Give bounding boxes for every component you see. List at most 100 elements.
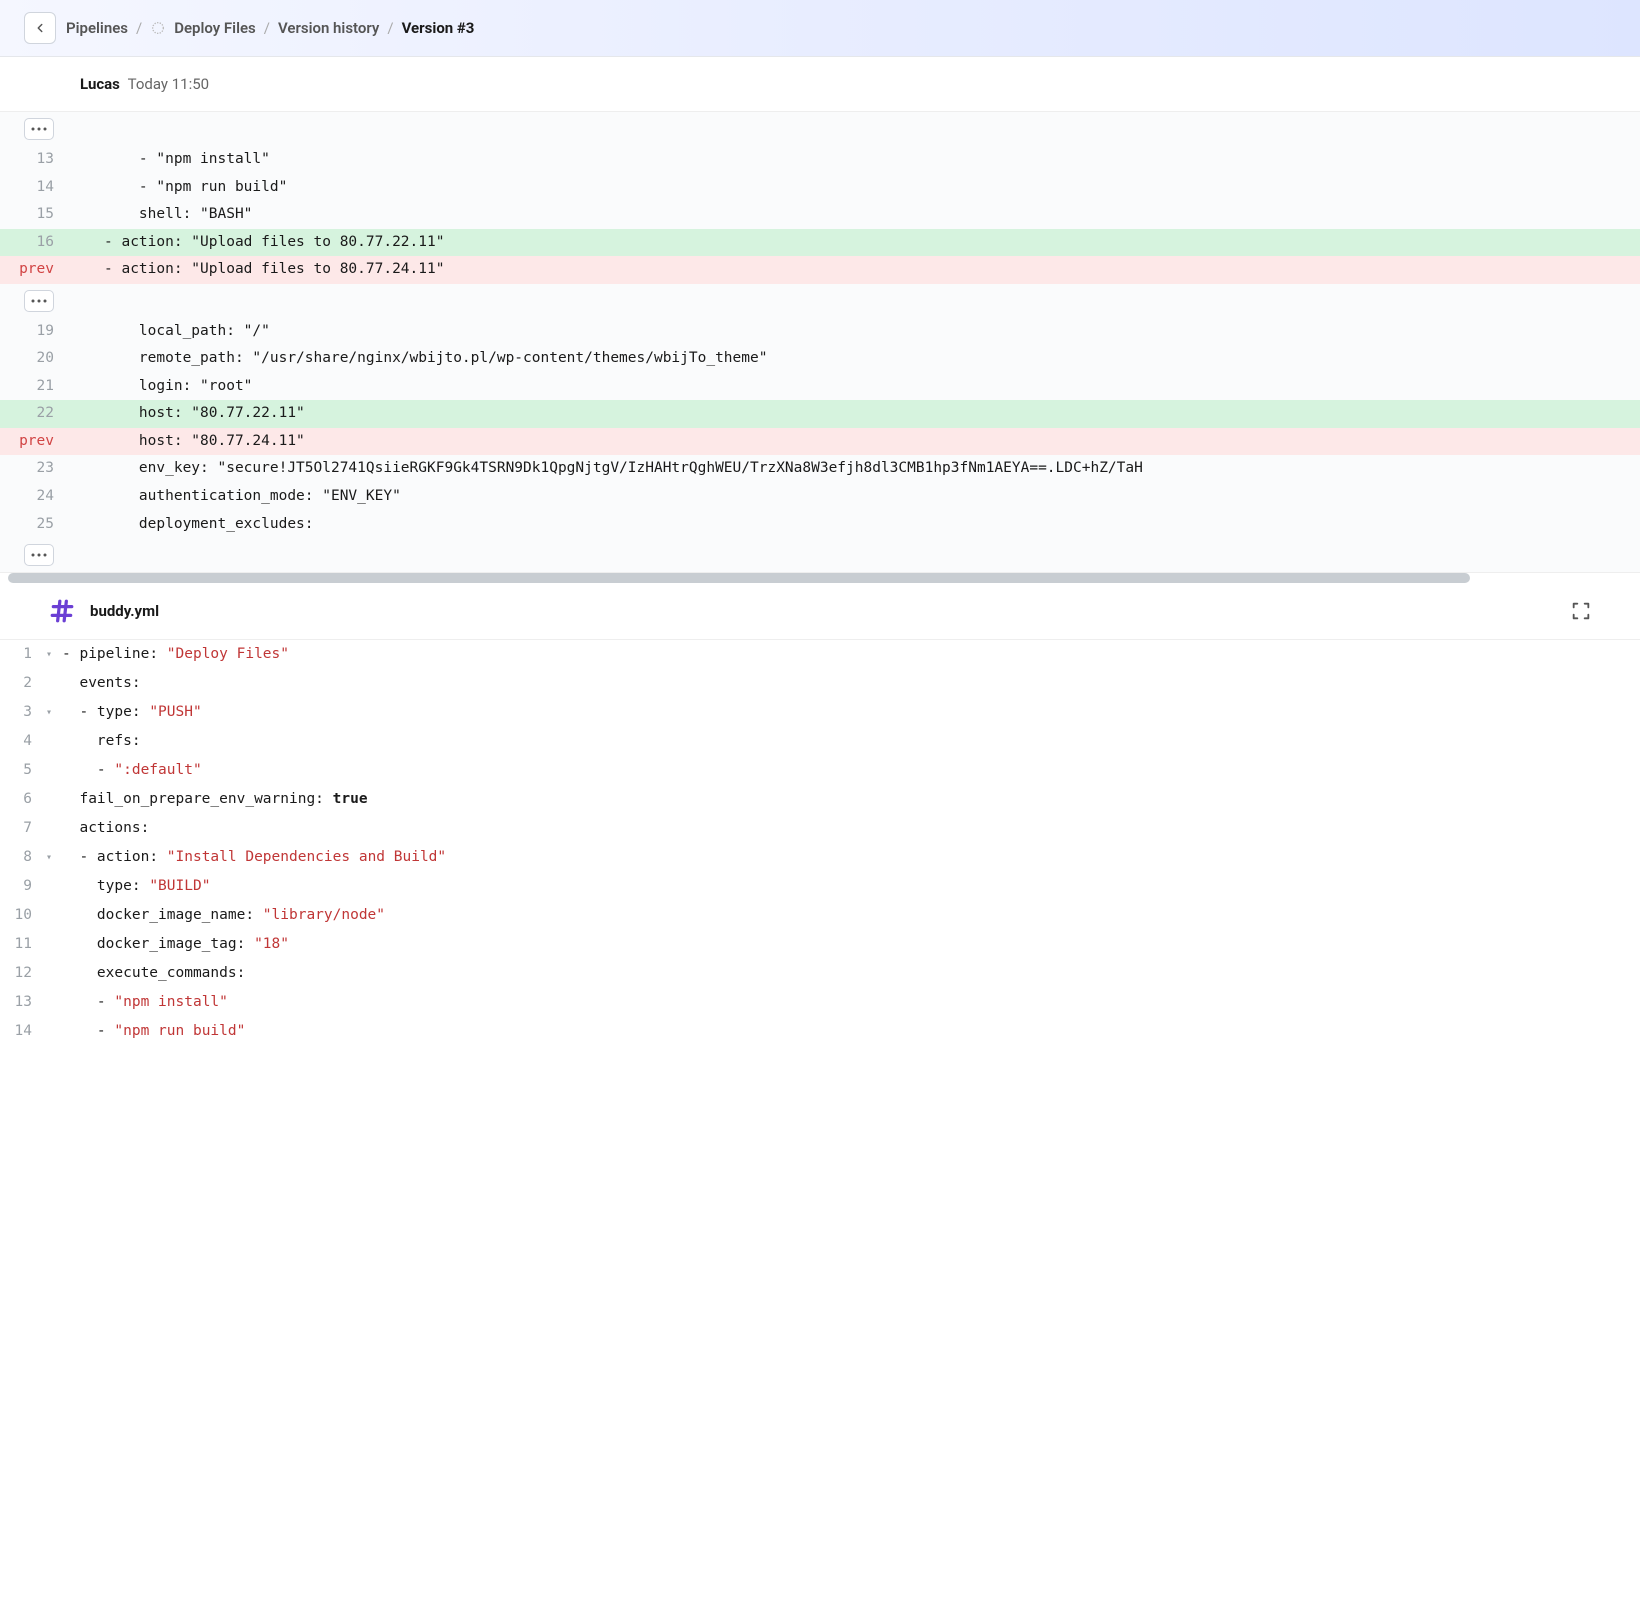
code-line: local_path: "/" (68, 318, 1640, 346)
crumb-sep: / (136, 19, 142, 37)
line-number: 13 (0, 146, 68, 174)
code-line: shell: "BASH" (68, 201, 1640, 229)
diff-row: 13 - "npm install" (0, 146, 1640, 174)
code-line: fail_on_prepare_env_warning: true (40, 785, 1640, 814)
code-line: refs: (40, 727, 1640, 756)
code-line: - action: "Upload files to 80.77.22.11" (68, 229, 1640, 257)
diff-row: 21 login: "root" (0, 373, 1640, 401)
line-number: 1▾ (0, 640, 40, 669)
diff-view: 13 - "npm install"14 - "npm run build"15… (0, 111, 1640, 573)
line-number: 6 (0, 785, 40, 814)
diff-row: 23 env_key: "secure!JT5Ol2741QsiieRGKF9G… (0, 455, 1640, 483)
code-row: 9 type: "BUILD" (0, 872, 1640, 901)
code-line: remote_path: "/usr/share/nginx/wbijto.pl… (68, 345, 1640, 373)
code-row: 4 refs: (0, 727, 1640, 756)
line-number: 24 (0, 483, 68, 511)
line-number: 14 (0, 174, 68, 202)
line-number: prev (0, 428, 68, 456)
diff-row: 22 host: "80.77.22.11" (0, 400, 1640, 428)
fold-toggle-icon[interactable]: ▾ (46, 703, 52, 723)
diff-row: 20 remote_path: "/usr/share/nginx/wbijto… (0, 345, 1640, 373)
hash-icon (48, 597, 76, 625)
line-number: prev (0, 256, 68, 284)
diff-row: 25 deployment_excludes: (0, 511, 1640, 539)
fold-toggle-icon[interactable]: ▾ (46, 645, 52, 665)
code-line: host: "80.77.24.11" (68, 428, 1640, 456)
line-number: 22 (0, 400, 68, 428)
line-number: 5 (0, 756, 40, 785)
back-button[interactable] (24, 12, 56, 44)
diff-row: prev host: "80.77.24.11" (0, 428, 1640, 456)
expand-context-button[interactable] (24, 118, 54, 140)
code-line: - "npm install" (40, 988, 1640, 1017)
line-number: 11 (0, 930, 40, 959)
code-line: docker_image_tag: "18" (40, 930, 1640, 959)
author-time: Today 11:50 (128, 75, 209, 93)
expand-button[interactable] (1570, 600, 1592, 622)
code-line: type: "BUILD" (40, 872, 1640, 901)
code-row: 8▾ - action: "Install Dependencies and B… (0, 843, 1640, 872)
code-line: - pipeline: "Deploy Files" (40, 640, 1640, 669)
expand-context-button[interactable] (24, 544, 54, 566)
line-number: 20 (0, 345, 68, 373)
code-line: execute_commands: (40, 959, 1640, 988)
crumb-section[interactable]: Version history (278, 19, 379, 37)
line-number: 16 (0, 229, 68, 257)
diff-row: 16- action: "Upload files to 80.77.22.11… (0, 229, 1640, 257)
diff-row: 19 local_path: "/" (0, 318, 1640, 346)
line-number: 19 (0, 318, 68, 346)
code-line: login: "root" (68, 373, 1640, 401)
line-number: 2 (0, 669, 40, 698)
crumb-current: Version #3 (402, 19, 475, 37)
line-number: 23 (0, 455, 68, 483)
code-line: deployment_excludes: (68, 511, 1640, 539)
code-row: 12 execute_commands: (0, 959, 1640, 988)
expand-context-button[interactable] (24, 290, 54, 312)
code-row: 1▾- pipeline: "Deploy Files" (0, 640, 1640, 669)
file-header: buddy.yml (0, 583, 1640, 640)
crumb-project[interactable]: Deploy Files (174, 19, 256, 37)
dots-icon (31, 553, 47, 557)
code-line: - "npm run build" (68, 174, 1640, 202)
diff-row: prev- action: "Upload files to 80.77.24.… (0, 256, 1640, 284)
line-number: 3▾ (0, 698, 40, 727)
code-line: events: (40, 669, 1640, 698)
line-number: 10 (0, 901, 40, 930)
line-number: 25 (0, 511, 68, 539)
crumb-pipelines[interactable]: Pipelines (66, 19, 128, 37)
line-number: 15 (0, 201, 68, 229)
code-row: 5 - ":default" (0, 756, 1640, 785)
code-line: - "npm install" (68, 146, 1640, 174)
code-row: 7 actions: (0, 814, 1640, 843)
code-row: 3▾ - type: "PUSH" (0, 698, 1640, 727)
pipeline-icon (150, 20, 166, 36)
code-line: docker_image_name: "library/node" (40, 901, 1640, 930)
code-row: 11 docker_image_tag: "18" (0, 930, 1640, 959)
diff-row: 15 shell: "BASH" (0, 201, 1640, 229)
code-row: 2 events: (0, 669, 1640, 698)
dots-icon (31, 127, 47, 131)
code-line: authentication_mode: "ENV_KEY" (68, 483, 1640, 511)
code-line: - action: "Install Dependencies and Buil… (40, 843, 1640, 872)
chevron-left-icon (33, 21, 47, 35)
line-number: 12 (0, 959, 40, 988)
line-number: 21 (0, 373, 68, 401)
code-row: 6 fail_on_prepare_env_warning: true (0, 785, 1640, 814)
code-line: actions: (40, 814, 1640, 843)
diff-row: 14 - "npm run build" (0, 174, 1640, 202)
line-number: 13 (0, 988, 40, 1017)
fold-toggle-icon[interactable]: ▾ (46, 848, 52, 868)
header-bar: Pipelines / Deploy Files / Version histo… (0, 0, 1640, 57)
code-line: - type: "PUSH" (40, 698, 1640, 727)
line-number: 9 (0, 872, 40, 901)
code-row: 10 docker_image_name: "library/node" (0, 901, 1640, 930)
dots-icon (31, 299, 47, 303)
line-number: 14 (0, 1017, 40, 1046)
horizontal-scrollbar[interactable] (0, 573, 1640, 583)
code-view: 1▾- pipeline: "Deploy Files"2 events:3▾ … (0, 640, 1640, 1046)
diff-row: 24 authentication_mode: "ENV_KEY" (0, 483, 1640, 511)
code-line: - action: "Upload files to 80.77.24.11" (68, 256, 1640, 284)
crumb-sep: / (387, 19, 393, 37)
code-row: 13 - "npm install" (0, 988, 1640, 1017)
code-line: host: "80.77.22.11" (68, 400, 1640, 428)
